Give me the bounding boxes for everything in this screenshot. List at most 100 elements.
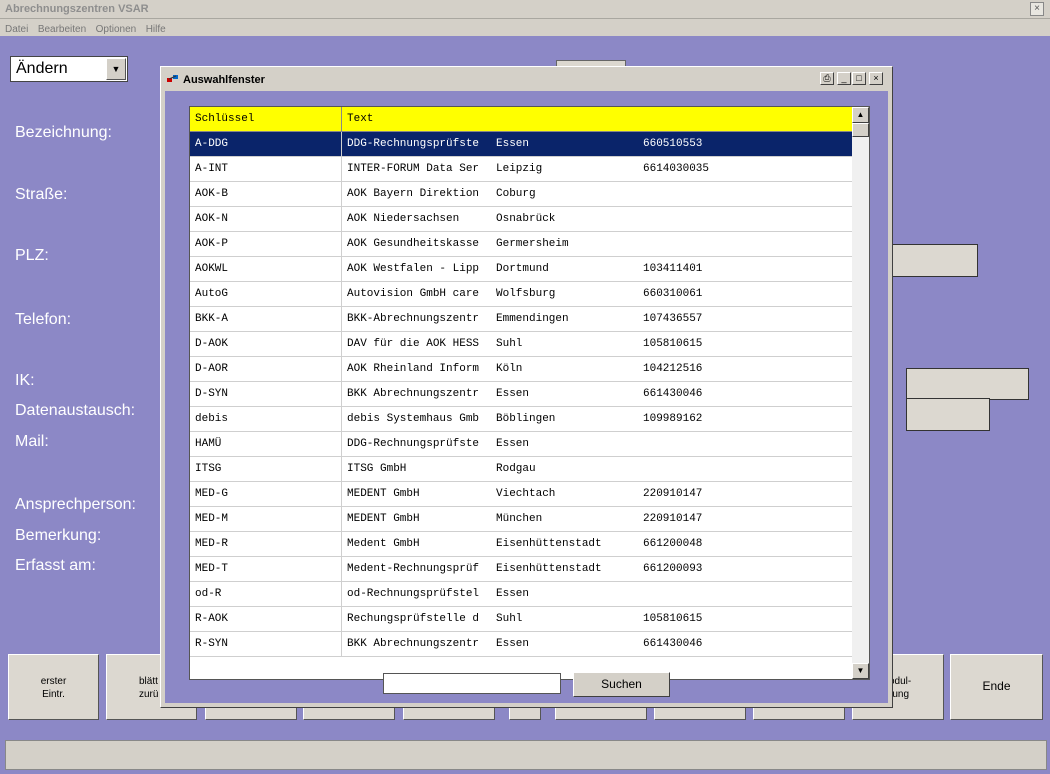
cell-ik xyxy=(638,232,838,256)
table-row[interactable]: D-SYN BKK Abrechnungszentr Essen 661430046 xyxy=(190,382,852,407)
cell-ik: 109989162 xyxy=(643,413,703,425)
first-entry-button[interactable]: erster Eintr. xyxy=(8,654,99,720)
table-row[interactable]: A-DDG DDG-Rechnungsprüfste Essen 660510553 xyxy=(190,132,852,157)
cell-text: debis Systemhaus Gmb xyxy=(347,413,480,425)
cell-ik xyxy=(638,207,838,231)
table-row[interactable]: A-INT INTER-FORUM Data Ser Leipzig 66140300… xyxy=(190,157,852,182)
chevron-down-icon[interactable]: ▼ xyxy=(106,58,126,80)
minimize-button[interactable]: _ xyxy=(837,72,851,85)
bottom-button[interactable] xyxy=(654,706,746,720)
bottom-button[interactable] xyxy=(509,706,541,720)
table-row[interactable]: debis debis Systemhaus Gmb Böblingen 109989… xyxy=(190,407,852,432)
table-row[interactable]: od-R od-Rechnungsprüfstel Essen xyxy=(190,582,852,607)
cell-text: Medent-Rechnungsprüf xyxy=(347,563,480,575)
cell-text: AOK Bayern Direktion xyxy=(347,188,480,200)
table-row[interactable]: MED-T Medent-Rechnungsprüf Eisenhüttenstad… xyxy=(190,557,852,582)
menu-datei[interactable]: Datei xyxy=(5,24,28,35)
table-row[interactable]: BKK-A BKK-Abrechnungszentr Emmendingen 1074… xyxy=(190,307,852,332)
app-titlebar: Abrechnungszentren VSAR × xyxy=(0,0,1050,19)
cell-key: R-AOK xyxy=(190,607,342,631)
table-row[interactable]: AutoG Autovision GmbH care Wolfsburg 660310… xyxy=(190,282,852,307)
bottom-button[interactable] xyxy=(205,706,297,720)
plz-field-right[interactable] xyxy=(892,244,978,277)
cell-ik: 220910147 xyxy=(643,513,703,525)
table-row[interactable]: MED-R Medent GmbH Eisenhüttenstadt 66120004… xyxy=(190,532,852,557)
cell-text: MEDENT GmbH xyxy=(347,513,420,525)
app-icon xyxy=(167,75,178,82)
app-close-button[interactable]: × xyxy=(1030,2,1044,16)
table-row[interactable]: MED-M MEDENT GmbH München 220910147 xyxy=(190,507,852,532)
table-row[interactable]: D-AOR AOK Rheinland Inform Köln 104212516 xyxy=(190,357,852,382)
cell-key: BKK-A xyxy=(190,307,342,331)
cell-ik: 661200048 xyxy=(643,538,703,550)
cell-city: Essen xyxy=(496,138,530,150)
cell-key: D-AOR xyxy=(190,357,342,381)
label-mail: Mail: xyxy=(15,433,49,450)
cell-ik: 103411401 xyxy=(643,263,703,275)
cell-city: Coburg xyxy=(496,188,536,200)
cell-text: BKK-Abrechnungszentr xyxy=(347,313,480,325)
module-label: odul- rung xyxy=(889,676,912,700)
cell-key: ITSG xyxy=(190,457,342,481)
cell-text: od-Rechnungsprüfstel xyxy=(347,588,480,600)
label-datenaustausch: Datenaustausch: xyxy=(15,402,136,419)
close-button[interactable]: × xyxy=(869,72,883,85)
table-row[interactable]: R-SYN BKK Abrechnungszentr Essen 661430046 xyxy=(190,632,852,657)
scroll-up-icon[interactable]: ▲ xyxy=(852,107,869,123)
cell-ik: 107436557 xyxy=(643,313,703,325)
cell-key: A-DDG xyxy=(190,132,342,156)
cell-text: BKK Abrechnungszentr xyxy=(347,388,480,400)
cell-city: Böblingen xyxy=(496,413,556,425)
datenaustausch-field[interactable] xyxy=(906,398,990,431)
status-bar xyxy=(5,740,1047,770)
table-row[interactable]: AOK-B AOK Bayern Direktion Coburg xyxy=(190,182,852,207)
table-row[interactable]: MED-G MEDENT GmbH Viechtach 220910147 xyxy=(190,482,852,507)
table-row[interactable]: AOK-N AOK Niedersachsen Osnabrück xyxy=(190,207,852,232)
search-input[interactable] xyxy=(383,673,561,694)
table-row[interactable]: R-AOK Rechungsprüfstelle d Suhl 105810615 xyxy=(190,607,852,632)
cell-text: AOK Gesundheitskasse xyxy=(347,238,480,250)
scroll-thumb[interactable] xyxy=(852,123,869,137)
ik-field[interactable] xyxy=(906,368,1029,400)
cell-city: Leipzig xyxy=(496,163,543,175)
cell-text: DDG-Rechnungsprüfste xyxy=(347,138,480,150)
cell-city: Eisenhüttenstadt xyxy=(496,538,602,550)
cell-key: HAMÜ xyxy=(190,432,342,456)
table-row[interactable]: ITSG ITSG GmbH Rodgau xyxy=(190,457,852,482)
bottom-button[interactable] xyxy=(303,706,395,720)
print-icon[interactable]: ⎙ xyxy=(820,72,834,85)
column-header-text[interactable]: Text xyxy=(342,107,490,131)
bottom-button[interactable] xyxy=(555,706,647,720)
menu-hilfe[interactable]: Hilfe xyxy=(146,24,166,35)
vertical-scrollbar[interactable]: ▲ ▼ xyxy=(852,107,869,679)
table-row[interactable]: AOK-P AOK Gesundheitskasse Germersheim xyxy=(190,232,852,257)
cell-city: München xyxy=(496,513,543,525)
column-header-schluessel[interactable]: Schlüssel xyxy=(190,107,342,131)
menu-bearbeiten[interactable]: Bearbeiten xyxy=(38,24,86,35)
cell-ik: 661430046 xyxy=(643,638,703,650)
bottom-button[interactable] xyxy=(753,706,845,720)
mode-select[interactable]: Ändern ▼ xyxy=(10,56,128,82)
end-button[interactable]: Ende xyxy=(950,654,1043,720)
label-telefon: Telefon: xyxy=(15,311,72,328)
table-row[interactable]: HAMÜ DDG-Rechnungsprüfste Essen xyxy=(190,432,852,457)
search-button[interactable]: Suchen xyxy=(573,672,670,697)
cell-city: Wolfsburg xyxy=(496,288,556,300)
cell-key: AutoG xyxy=(190,282,342,306)
table-row[interactable]: AOKWL AOK Westfalen - Lipp Dortmund 1034114… xyxy=(190,257,852,282)
cell-text: AOK Niedersachsen xyxy=(347,213,460,225)
dialog-titlebar: Auswahlfenster ⎙ _ □ × xyxy=(163,69,890,89)
bottom-button[interactable] xyxy=(403,706,495,720)
cell-city: Köln xyxy=(496,363,523,375)
label-ik: IK: xyxy=(15,372,35,389)
maximize-button[interactable]: □ xyxy=(852,72,866,85)
scroll-down-icon[interactable]: ▼ xyxy=(852,663,869,679)
cell-key: AOK-P xyxy=(190,232,342,256)
label-strasse: Straße: xyxy=(15,186,68,203)
label-erfasst-am: Erfasst am: xyxy=(15,557,96,574)
cell-ik: 105810615 xyxy=(643,613,703,625)
table-row[interactable]: D-AOK DAV für die AOK HESS Suhl 105810615 xyxy=(190,332,852,357)
cell-city: Essen xyxy=(496,588,530,600)
cell-text: AOK Westfalen - Lipp xyxy=(347,263,480,275)
menu-optionen[interactable]: Optionen xyxy=(96,24,137,35)
